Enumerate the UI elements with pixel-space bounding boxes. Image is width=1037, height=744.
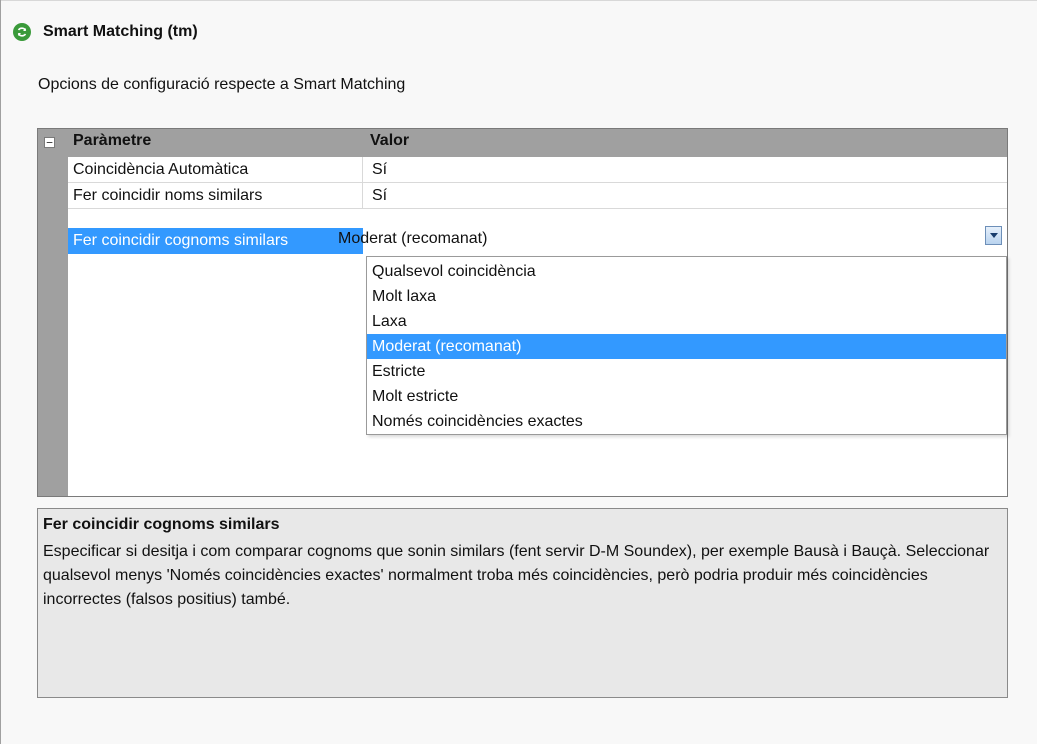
collapse-icon[interactable]: − (44, 137, 55, 148)
grid-row-similar-surnames[interactable]: Fer coincidir cognoms similars (68, 228, 1007, 254)
chevron-down-icon (990, 233, 998, 238)
grid-row-similar-names[interactable]: Fer coincidir noms similars Sí (68, 183, 1007, 209)
surname-match-dropdown-value[interactable]: Moderat (recomanat) (338, 229, 487, 249)
description-panel: Fer coincidir cognoms similars Especific… (37, 508, 1008, 698)
refresh-icon (13, 23, 31, 41)
dropdown-list: Qualsevol coincidència Molt laxa Laxa Mo… (366, 256, 1007, 435)
row-value[interactable]: Sí (364, 183, 1007, 209)
row-name: Coincidència Automàtica (68, 157, 363, 183)
section-subtitle: Opcions de configuració respecte a Smart… (38, 76, 406, 93)
dropdown-option[interactable]: Qualsevol coincidència (367, 259, 1006, 284)
description-text: Especificar si desitja i com comparar co… (43, 543, 990, 608)
frame-left-border (0, 0, 1, 744)
row-name: Fer coincidir cognoms similars (68, 228, 363, 254)
column-header-parameter: Paràmetre (73, 132, 152, 149)
section-header: Smart Matching (tm) (13, 20, 198, 44)
section-title: Smart Matching (tm) (43, 23, 198, 40)
dropdown-option-selected[interactable]: Moderat (recomanat) (367, 334, 1006, 359)
dropdown-option[interactable]: Estricte (367, 359, 1006, 384)
dropdown-option[interactable]: Només coincidències exactes (367, 409, 1006, 434)
dropdown-option[interactable]: Molt estricte (367, 384, 1006, 409)
row-divider (68, 208, 1007, 209)
grid-row-automatic-match[interactable]: Coincidència Automàtica Sí (68, 157, 1007, 183)
frame-top-border (0, 0, 1037, 1)
row-value[interactable]: Sí (364, 157, 1007, 183)
grid-header: − Paràmetre Valor (38, 129, 1007, 157)
column-header-value: Valor (370, 132, 410, 149)
dropdown-option[interactable]: Laxa (367, 309, 1006, 334)
dropdown-arrow-button[interactable] (985, 226, 1002, 245)
dropdown-option[interactable]: Molt laxa (367, 284, 1006, 309)
description-title: Fer coincidir cognoms similars (43, 516, 280, 533)
row-name: Fer coincidir noms similars (68, 183, 363, 209)
